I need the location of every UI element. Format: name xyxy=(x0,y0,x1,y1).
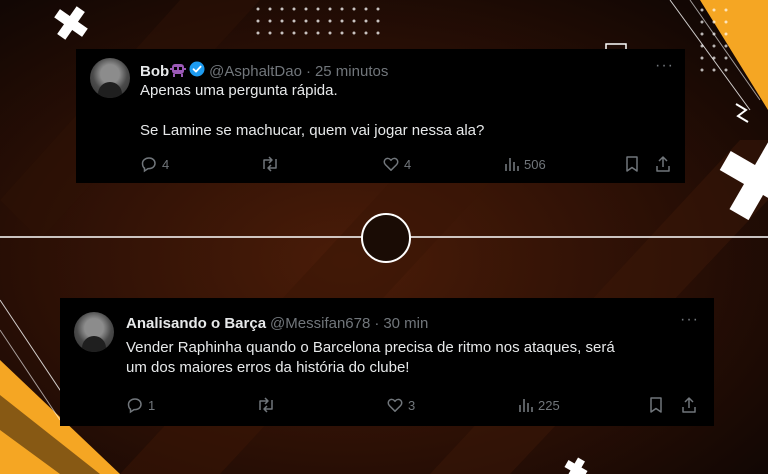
like-count: 4 xyxy=(404,156,412,172)
pitch-center-circle xyxy=(361,213,411,263)
tweet-text: Vender Raphinha quando o Barcelona preci… xyxy=(126,338,706,378)
share-icon xyxy=(682,397,696,413)
action-bar: 1 3 225 xyxy=(60,396,714,416)
display-name[interactable]: Analisando o Barça xyxy=(126,315,266,332)
tweet-header: Bob @AsphaltDao · 25 minutos xyxy=(140,61,388,81)
views-count: 225 xyxy=(538,397,560,413)
tweet-header: Analisando o Barça @Messifan678 · 30 min xyxy=(126,315,428,332)
reply-count: 4 xyxy=(162,156,170,172)
like-count: 3 xyxy=(408,397,416,413)
tweet-text-line: Se Lamine se machucar, quem vai jogar ne… xyxy=(140,122,485,139)
tweet-card[interactable]: Analisando o Barça @Messifan678 · 30 min… xyxy=(60,298,714,426)
retweet-button[interactable] xyxy=(256,396,280,414)
timestamp[interactable]: 25 minutos xyxy=(315,63,388,80)
share-button[interactable] xyxy=(680,396,698,414)
display-name[interactable]: Bob xyxy=(140,63,169,80)
tweet-text-line: Apenas uma pergunta rápida. xyxy=(140,82,338,99)
separator-dot: · xyxy=(374,315,380,332)
heart-icon xyxy=(383,157,399,171)
bookmark-icon xyxy=(626,156,638,172)
handle[interactable]: @AsphaltDao xyxy=(209,63,302,80)
reply-icon xyxy=(141,157,156,173)
like-button[interactable]: 4 xyxy=(382,155,411,173)
views-button[interactable]: 225 xyxy=(518,396,560,414)
reply-count: 1 xyxy=(148,397,156,413)
reply-button[interactable]: 1 xyxy=(126,396,155,414)
tweet-text: Apenas uma pergunta rápida. Se Lamine se… xyxy=(140,81,670,141)
avatar[interactable] xyxy=(90,58,130,98)
retweet-button[interactable] xyxy=(260,155,284,173)
more-dots-icon[interactable]: ··· xyxy=(655,57,674,75)
views-button[interactable]: 506 xyxy=(504,155,546,173)
tweet-text-line: Vender Raphinha quando o Barcelona preci… xyxy=(126,339,615,356)
more-dots-icon[interactable]: ··· xyxy=(680,311,699,329)
views-chart-icon xyxy=(519,399,533,412)
bookmark-icon xyxy=(650,397,662,413)
like-button[interactable]: 3 xyxy=(386,396,415,414)
retweet-icon xyxy=(263,156,277,172)
views-chart-icon xyxy=(505,158,519,171)
timestamp[interactable]: 30 min xyxy=(383,315,428,332)
tweet-text-line xyxy=(140,101,670,121)
bookmark-button[interactable] xyxy=(624,155,640,173)
share-button[interactable] xyxy=(654,155,672,173)
reply-button[interactable]: 4 xyxy=(140,155,169,173)
reply-icon xyxy=(127,398,142,414)
tweet-text-line: um dos maiores erros da história do club… xyxy=(126,359,410,376)
handle[interactable]: @Messifan678 xyxy=(270,315,370,332)
views-count: 506 xyxy=(524,156,546,172)
alien-monster-emoji-icon xyxy=(170,62,187,81)
thumbnail-stage: Bob @AsphaltDao · 25 minutos ··· Apenas … xyxy=(0,0,768,474)
separator-dot: · xyxy=(305,62,311,80)
bookmark-button[interactable] xyxy=(648,396,664,414)
verified-badge-icon xyxy=(189,61,205,81)
heart-icon xyxy=(387,398,403,412)
share-icon xyxy=(656,156,670,172)
action-bar: 4 4 506 xyxy=(76,155,685,175)
retweet-icon xyxy=(259,397,273,413)
tweet-card[interactable]: Bob @AsphaltDao · 25 minutos ··· Apenas … xyxy=(76,49,685,183)
avatar[interactable] xyxy=(74,312,114,352)
